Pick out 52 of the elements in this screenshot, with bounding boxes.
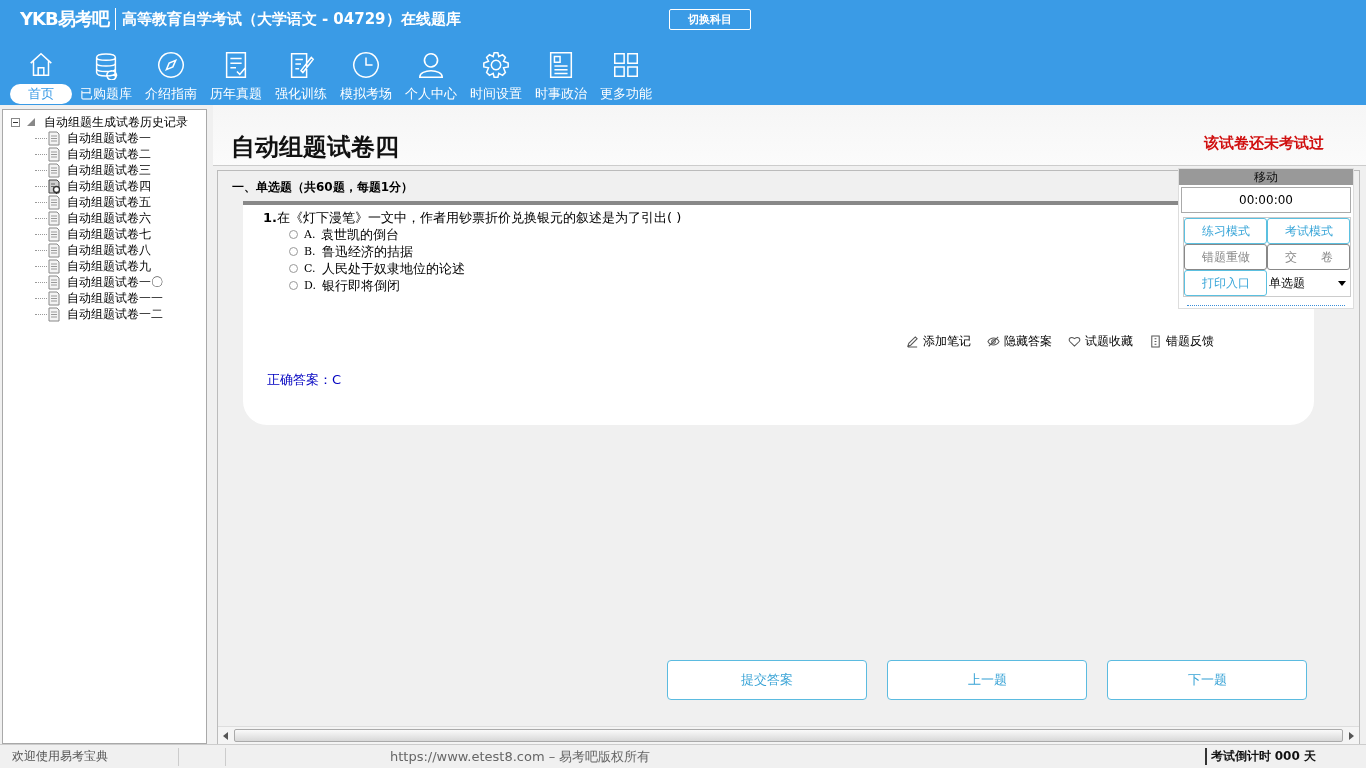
tree-item[interactable]: 自动组题试卷二 — [67, 145, 151, 163]
scroll-left-icon[interactable] — [223, 731, 229, 740]
collapse-toggle[interactable] — [11, 117, 20, 127]
action-link[interactable]: 隐藏答案 — [1004, 333, 1052, 350]
tree-root-label[interactable]: 自动组题生成试卷历史记录 — [44, 113, 188, 131]
compass-icon[interactable] — [155, 50, 186, 80]
horizontal-scrollbar[interactable] — [218, 726, 1359, 744]
tree-item[interactable]: 自动组题试卷一一 — [67, 289, 163, 307]
option-letter: C. — [304, 262, 316, 275]
tree-item[interactable]: 自动组题试卷三 — [67, 161, 151, 179]
exam-status: 该试卷还未考试过 — [1204, 133, 1324, 153]
tree-item[interactable]: 自动组题试卷九 — [67, 257, 151, 275]
tree-item[interactable]: 自动组题试卷八 — [67, 241, 151, 259]
tree-item[interactable]: 自动组题试卷四 — [67, 177, 151, 195]
move-handle[interactable]: 移动 — [1179, 169, 1353, 185]
answer-label: 正确答案： — [267, 372, 332, 387]
timer-display: 00:00:00 — [1181, 187, 1351, 213]
tree-item[interactable]: 自动组题试卷七 — [67, 225, 151, 243]
logo: YKB易考吧 — [20, 7, 109, 31]
action-link[interactable]: 添加笔记 — [923, 333, 971, 350]
question-text: 1.在《灯下漫笔》一文中，作者用钞票折价兑换银元的叙述是为了引出( ) — [263, 209, 683, 226]
clock-icon[interactable] — [350, 50, 381, 80]
tree-item[interactable]: 自动组题试卷五 — [67, 193, 151, 211]
dropdown-caret-icon[interactable] — [1338, 280, 1346, 286]
answer-value: C — [332, 372, 342, 387]
option-letter: B. — [304, 245, 316, 258]
option-text[interactable]: 人民处于奴隶地位的论述 — [321, 259, 465, 278]
option-text[interactable]: 鲁迅经济的拮据 — [321, 242, 413, 261]
tree-item[interactable]: 自动组题试卷一 — [67, 129, 151, 147]
pencil-icon[interactable] — [906, 335, 919, 348]
scroll-right-icon[interactable] — [1348, 731, 1354, 740]
copyright-text: https://www.etest8.com – 易考吧版权所有 — [390, 747, 651, 766]
countdown-text: 考试倒计时 000 天 — [1204, 748, 1316, 765]
option-letter: D. — [304, 279, 316, 292]
option-text[interactable]: 银行即将倒闭 — [321, 276, 400, 295]
settings-icon[interactable] — [480, 50, 511, 80]
tree-item[interactable]: 自动组题试卷六 — [67, 209, 151, 227]
action-link[interactable]: 错题反馈 — [1166, 333, 1214, 350]
document-icon[interactable] — [1149, 335, 1162, 348]
option-letter: A. — [304, 228, 316, 241]
action-link[interactable]: 试题收藏 — [1085, 333, 1133, 350]
paper-title: 自动组题试卷四 — [231, 132, 399, 163]
triangle-icon — [26, 117, 36, 127]
tree-item[interactable]: 自动组题试卷一〇 — [67, 273, 163, 291]
option-text[interactable]: 袁世凯的倒台 — [321, 225, 400, 244]
question-type-select[interactable]: 单选题 — [1267, 270, 1350, 296]
welcome-text: 欢迎使用易考宝典 — [11, 748, 109, 765]
heart-icon[interactable] — [1068, 335, 1081, 348]
tree-item[interactable]: 自动组题试卷一二 — [67, 305, 163, 323]
app-title: 高等教育自学考试（大学语文 - 04729）在线题库 — [121, 9, 461, 29]
section-heading: 一、单选题（共60题，每题1分） — [232, 179, 414, 195]
eye-icon[interactable] — [987, 335, 1000, 348]
